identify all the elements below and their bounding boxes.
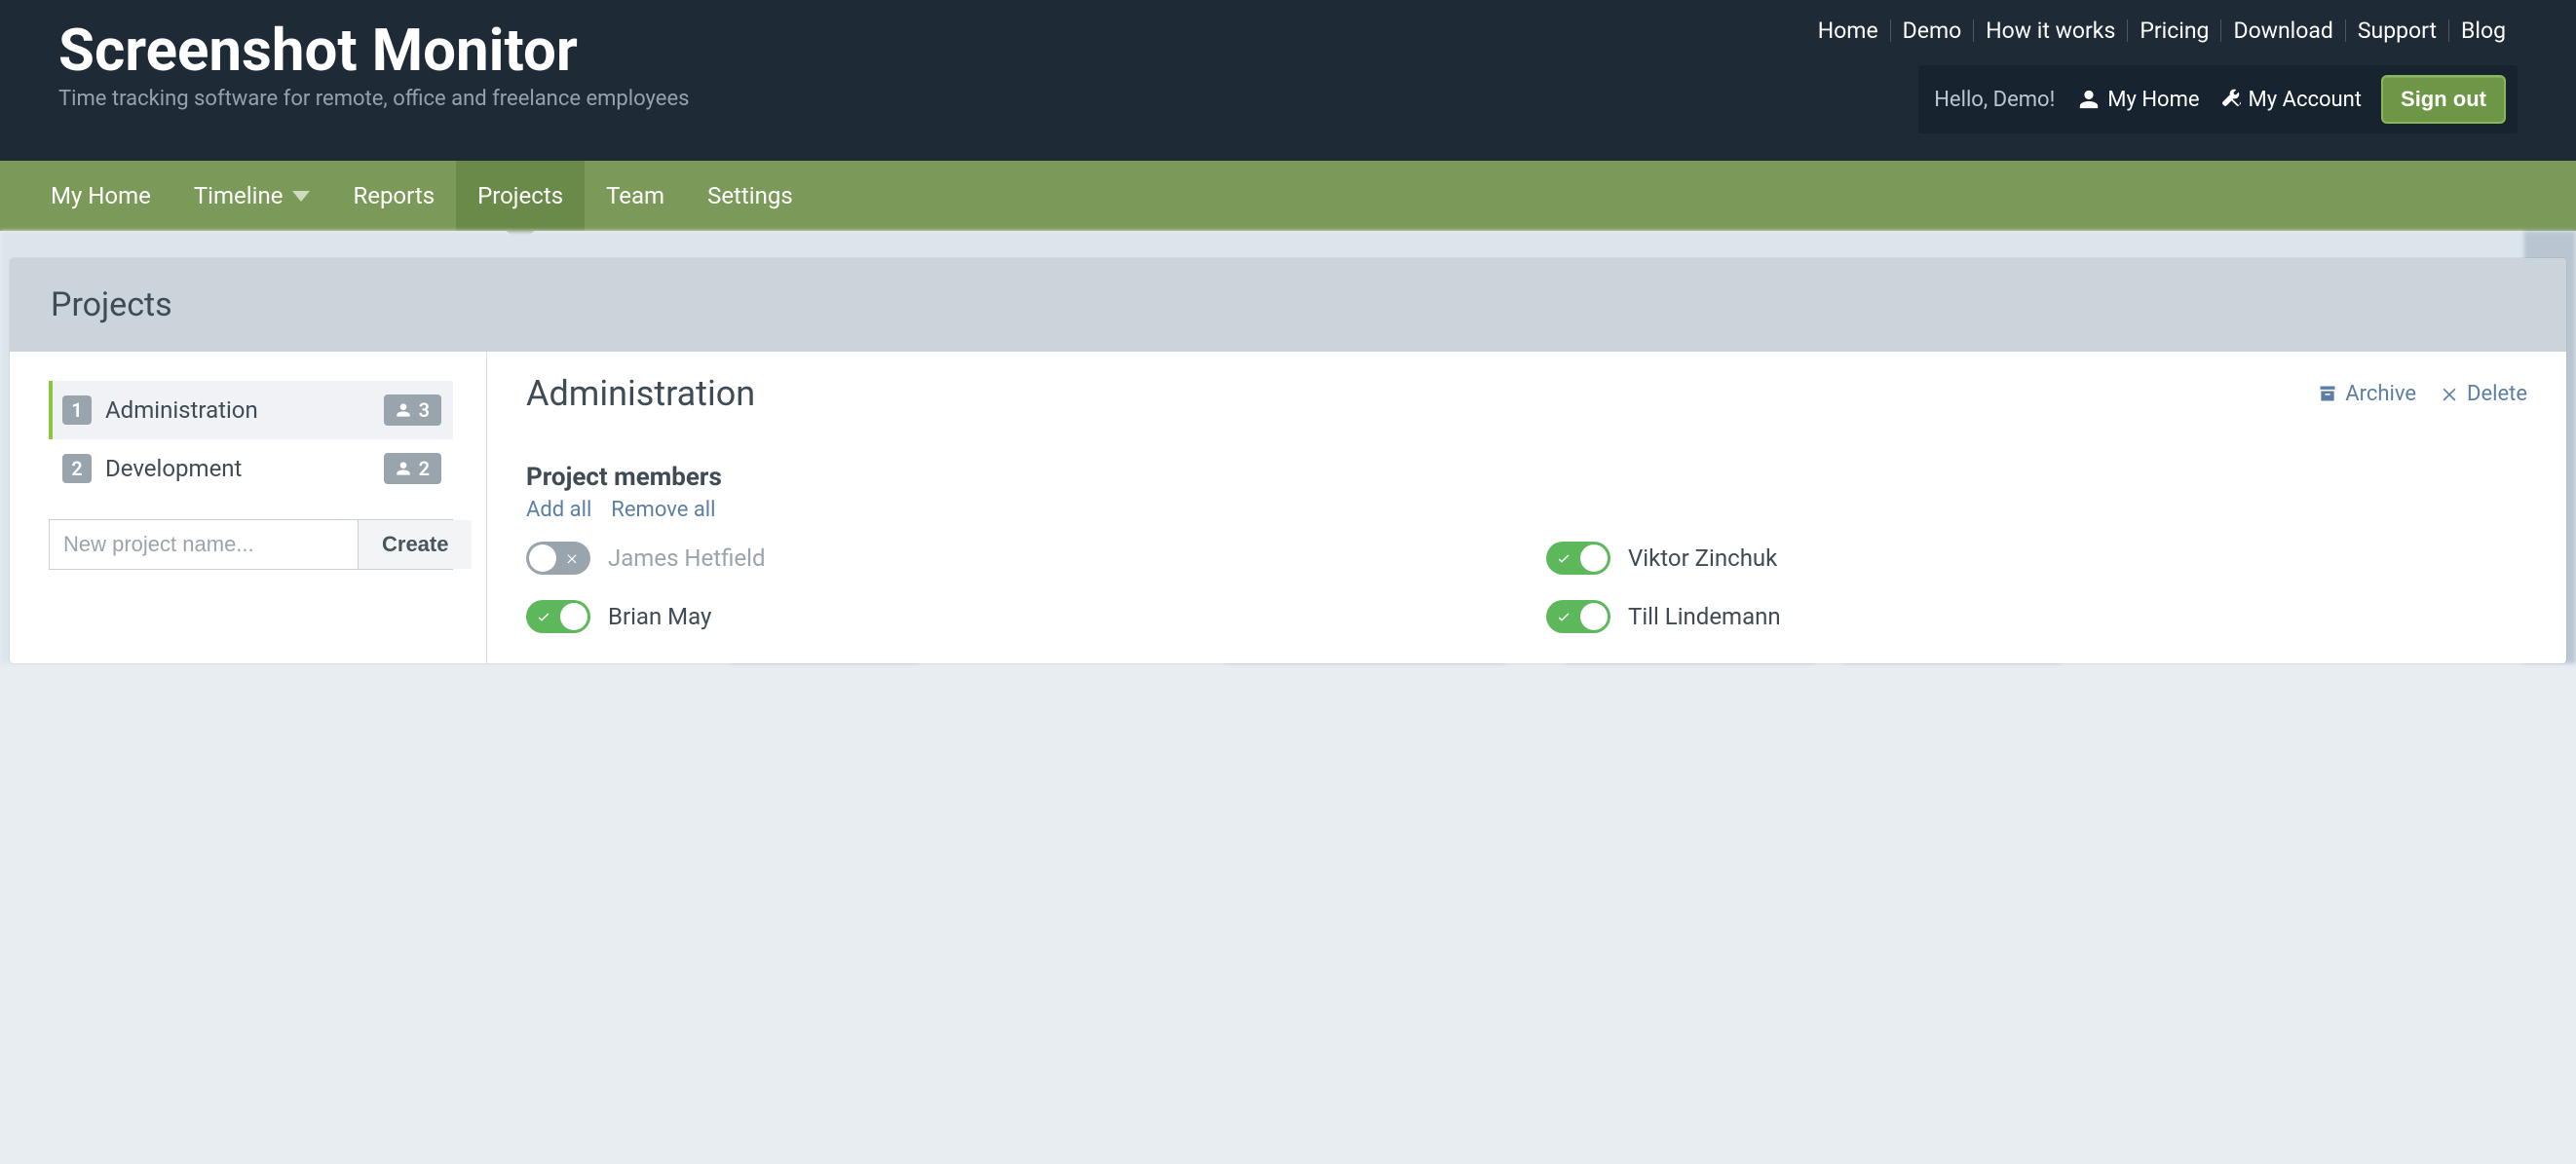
my-home-label: My Home bbox=[2107, 88, 2199, 112]
projects-card: Projects 1 Administration 3 bbox=[10, 258, 2566, 663]
toggle-knob bbox=[1580, 603, 1608, 630]
brand-title: Screenshot Monitor bbox=[58, 19, 689, 81]
delete-button[interactable]: Delete bbox=[2440, 382, 2527, 406]
member-row: Till Lindemann bbox=[1546, 600, 2527, 633]
project-row-administration[interactable]: 1 Administration 3 bbox=[49, 381, 453, 439]
detail-title: Administration bbox=[526, 373, 755, 414]
main-nav: My Home Timeline Reports Projects Team S… bbox=[0, 161, 2576, 231]
nav-my-home[interactable]: My Home bbox=[29, 161, 172, 231]
archive-label: Archive bbox=[2345, 382, 2416, 406]
topnav-support[interactable]: Support bbox=[2345, 19, 2448, 42]
topnav-download[interactable]: Download bbox=[2220, 19, 2344, 42]
toggle-knob bbox=[1580, 544, 1608, 572]
member-row: Brian May bbox=[526, 600, 1507, 633]
sign-out-button[interactable]: Sign out bbox=[2381, 75, 2506, 124]
member-toggle[interactable] bbox=[526, 600, 590, 633]
new-project-form: Create bbox=[49, 519, 453, 570]
archive-icon bbox=[2318, 384, 2337, 403]
topnav-pricing[interactable]: Pricing bbox=[2127, 19, 2220, 42]
topnav-blog[interactable]: Blog bbox=[2448, 19, 2518, 42]
person-icon bbox=[2078, 89, 2100, 110]
member-name: James Hetfield bbox=[608, 544, 766, 572]
detail-header: Administration Archive Delet bbox=[526, 373, 2527, 414]
member-name: Viktor Zinchuk bbox=[1628, 544, 1777, 572]
project-members-badge: 3 bbox=[384, 394, 441, 426]
members-bulk-links: Add all Remove all bbox=[526, 498, 2527, 522]
card-body: 1 Administration 3 2 Development bbox=[10, 352, 2566, 663]
nav-reports-label: Reports bbox=[353, 182, 435, 209]
project-list: 1 Administration 3 2 Development bbox=[10, 352, 487, 663]
project-row-left: 2 Development bbox=[62, 454, 242, 483]
brand-tagline: Time tracking software for remote, offic… bbox=[58, 87, 689, 111]
archive-button[interactable]: Archive bbox=[2318, 382, 2416, 406]
card-header: Projects bbox=[10, 258, 2566, 352]
nav-team-label: Team bbox=[606, 182, 664, 209]
my-account-label: My Account bbox=[2249, 88, 2362, 112]
brand: Screenshot Monitor Time tracking softwar… bbox=[58, 19, 689, 111]
x-icon bbox=[565, 551, 579, 565]
member-row: James Hetfield bbox=[526, 542, 1507, 575]
nav-my-home-label: My Home bbox=[51, 182, 151, 209]
user-greeting: Hello, Demo! bbox=[1930, 88, 2059, 112]
create-project-button[interactable]: Create bbox=[358, 520, 472, 569]
member-name: Till Lindemann bbox=[1628, 603, 1781, 630]
tools-icon bbox=[2219, 89, 2241, 110]
toggle-knob bbox=[560, 603, 587, 630]
member-toggle[interactable] bbox=[526, 542, 590, 575]
topnav-demo[interactable]: Demo bbox=[1890, 19, 1974, 42]
member-row: Viktor Zinchuk bbox=[1546, 542, 2527, 575]
detail-actions: Archive Delete bbox=[2318, 382, 2527, 406]
add-all-link[interactable]: Add all bbox=[526, 498, 591, 522]
topnav-how-it-works[interactable]: How it works bbox=[1973, 19, 2127, 42]
project-members-count: 2 bbox=[419, 457, 430, 480]
person-icon bbox=[396, 402, 411, 418]
close-icon bbox=[2440, 384, 2459, 403]
my-account-link[interactable]: My Account bbox=[2219, 88, 2362, 112]
member-name: Brian May bbox=[608, 603, 711, 630]
nav-settings[interactable]: Settings bbox=[686, 161, 814, 231]
project-number: 2 bbox=[62, 454, 92, 483]
nav-projects[interactable]: Projects bbox=[456, 161, 585, 231]
member-toggle[interactable] bbox=[1546, 542, 1610, 575]
nav-timeline[interactable]: Timeline bbox=[172, 161, 332, 231]
project-row-left: 1 Administration bbox=[62, 395, 258, 425]
project-row-development[interactable]: 2 Development 2 bbox=[49, 439, 453, 498]
project-members-badge: 2 bbox=[384, 453, 441, 484]
topnav-home[interactable]: Home bbox=[1806, 19, 1890, 42]
members-grid: James Hetfield Viktor Zinchuk bbox=[526, 542, 2527, 633]
project-name: Development bbox=[105, 455, 242, 482]
page-title: Projects bbox=[51, 285, 2525, 324]
check-icon bbox=[1556, 550, 1572, 566]
top-header: Screenshot Monitor Time tracking softwar… bbox=[0, 0, 2576, 161]
member-toggle[interactable] bbox=[1546, 600, 1610, 633]
nav-timeline-label: Timeline bbox=[194, 182, 284, 209]
project-name: Administration bbox=[105, 396, 258, 424]
check-icon bbox=[536, 609, 551, 624]
nav-settings-label: Settings bbox=[707, 182, 793, 209]
remove-all-link[interactable]: Remove all bbox=[611, 498, 715, 522]
user-bar: Hello, Demo! My Home My Account Sign out bbox=[1918, 65, 2518, 133]
top-links: Home Demo How it works Pricing Download … bbox=[1806, 19, 2518, 42]
page-wrap: Projects 1 Administration 3 bbox=[0, 231, 2576, 663]
members-heading: Project members bbox=[526, 463, 2527, 492]
project-members-count: 3 bbox=[419, 398, 430, 422]
top-right: Home Demo How it works Pricing Download … bbox=[1806, 19, 2518, 133]
my-home-link[interactable]: My Home bbox=[2078, 88, 2199, 112]
nav-projects-label: Projects bbox=[477, 182, 563, 209]
new-project-input[interactable] bbox=[50, 520, 358, 569]
toggle-knob bbox=[529, 544, 556, 572]
nav-reports[interactable]: Reports bbox=[331, 161, 456, 231]
delete-label: Delete bbox=[2467, 382, 2527, 406]
nav-team[interactable]: Team bbox=[585, 161, 686, 231]
person-icon bbox=[396, 461, 411, 476]
project-number: 1 bbox=[62, 395, 92, 425]
check-icon bbox=[1556, 609, 1572, 624]
project-detail-pane: Administration Archive Delet bbox=[487, 352, 2566, 663]
chevron-down-icon bbox=[292, 191, 310, 202]
